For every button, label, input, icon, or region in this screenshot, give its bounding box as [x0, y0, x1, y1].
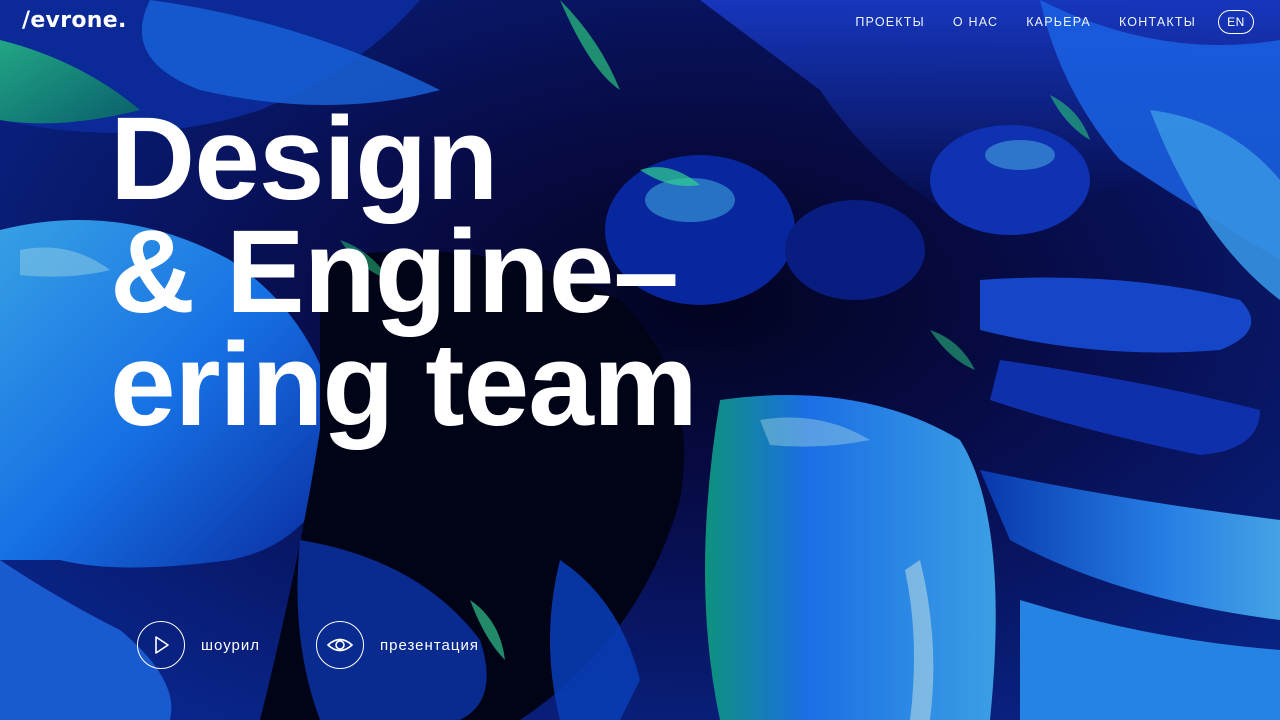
hero-headline-line-1: Design	[110, 93, 498, 225]
main-nav: ПРОЕКТЫ О НАС КАРЬЕРА КОНТАКТЫ EN	[827, 10, 1254, 34]
showreel-button[interactable]: шоурил	[137, 621, 260, 669]
presentation-button[interactable]: презентация	[316, 621, 479, 669]
presentation-label[interactable]: презентация	[380, 637, 479, 654]
hero-headline-line-2: & Engine–	[110, 206, 679, 338]
nav-link-career[interactable]: КАРЬЕРА	[1026, 15, 1091, 29]
nav-link-about[interactable]: О НАС	[953, 15, 998, 29]
eye-button-circle[interactable]	[316, 621, 364, 669]
hero-headline: Design & Engine– ering team	[110, 93, 698, 451]
eye-icon	[326, 638, 354, 652]
hero-headline-line-3: ering team	[110, 319, 698, 451]
site-logo[interactable]: /evrone.	[22, 8, 127, 33]
play-icon	[155, 636, 169, 654]
nav-link-projects[interactable]: ПРОЕКТЫ	[855, 15, 925, 29]
play-button-circle[interactable]	[137, 621, 185, 669]
language-switch-button[interactable]: EN	[1218, 10, 1254, 34]
nav-link-contacts[interactable]: КОНТАКТЫ	[1119, 15, 1196, 29]
showreel-label[interactable]: шоурил	[201, 637, 260, 654]
page: /evrone. ПРОЕКТЫ О НАС КАРЬЕРА КОНТАКТЫ …	[0, 0, 1280, 720]
